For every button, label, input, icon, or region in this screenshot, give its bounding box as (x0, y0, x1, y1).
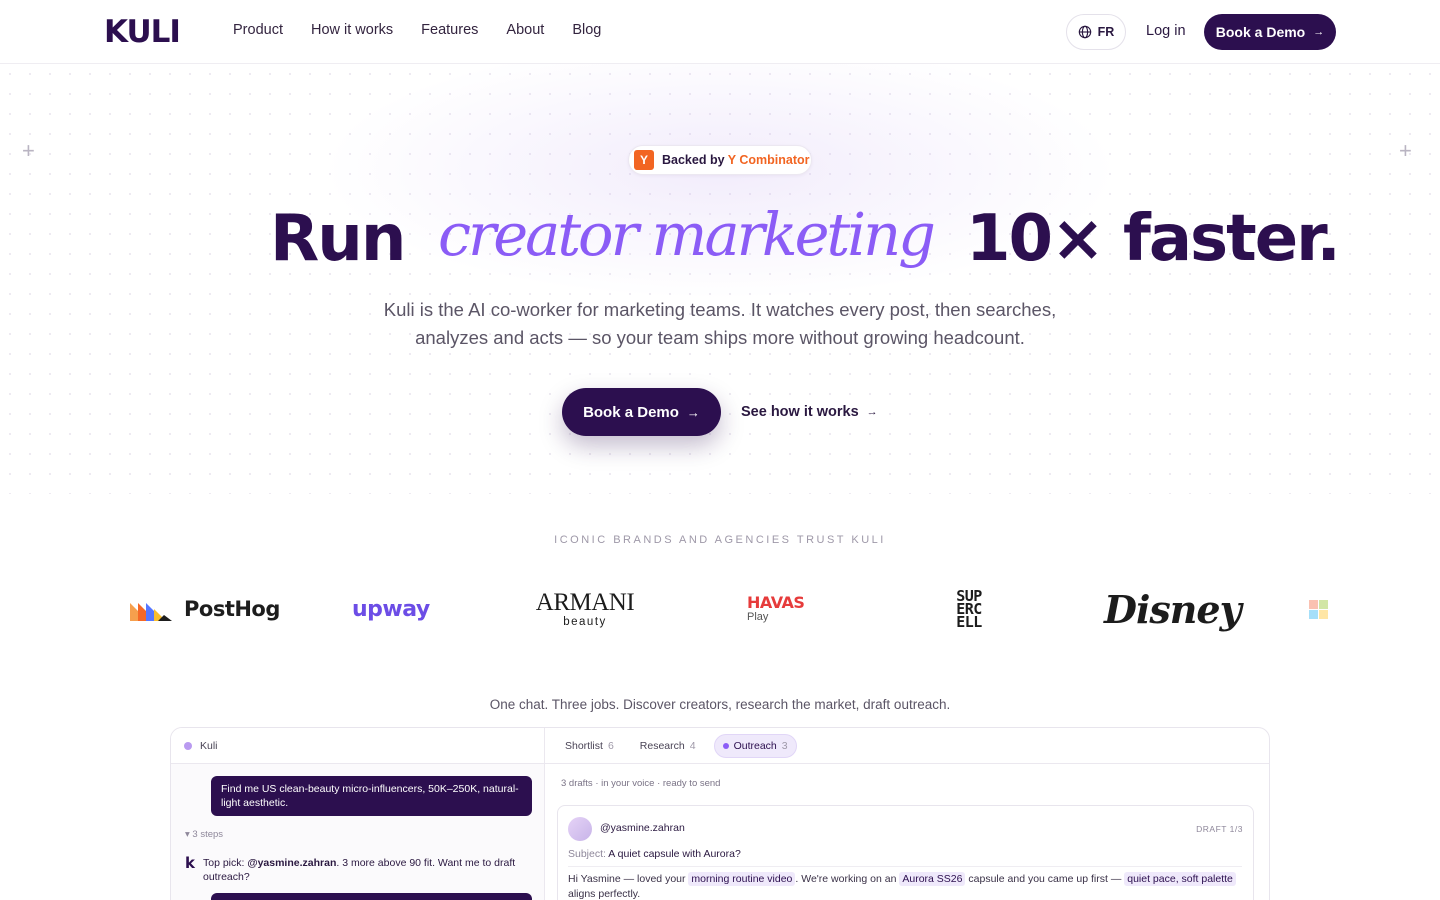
hero-book-demo-label: Book a Demo (583, 403, 679, 421)
language-code: FR (1097, 25, 1115, 39)
main-nav: Product How it works Features About Blog (233, 22, 601, 38)
preview-caption: One chat. Three jobs. Discover creators,… (489, 697, 951, 712)
draft-card[interactable]: @yasmine.zahran DRAFT 1/3 Subject: A qui… (557, 805, 1254, 900)
kuli-logo[interactable]: KULI (104, 14, 181, 50)
avatar (568, 817, 592, 841)
creator-handle: @yasmine.zahran (600, 822, 685, 834)
hero-headline: Run creator marketing 10× faster. (0, 196, 1440, 286)
see-how-it-works-link[interactable]: See how it works → (741, 404, 878, 420)
header-book-demo-button[interactable]: Book a Demo → (1204, 14, 1336, 50)
nav-product[interactable]: Product (233, 22, 283, 38)
arrow-right-icon: → (686, 404, 700, 420)
status-dot (184, 741, 192, 750)
draft-body: Hi Yasmine — loved your morning routine … (568, 872, 1238, 900)
chat-pane: Kuli Find me US clean-beauty micro-influ… (171, 728, 545, 900)
draft-number: DRAFT 1/3 (1196, 824, 1243, 834)
user-message-2 (211, 893, 532, 900)
posthog-logo: PostHog (130, 584, 280, 634)
arrow-right-icon: → (1313, 26, 1325, 38)
headline-end: 10× faster. (966, 202, 1341, 276)
armani-beauty-logo: ARMANI beauty (535, 589, 635, 629)
active-dot (722, 742, 729, 749)
headline-start: Run (270, 202, 406, 276)
tab-research[interactable]: Research 4 (632, 735, 704, 757)
supercell-logo: SUP ERC ELL (956, 586, 982, 631)
language-switcher[interactable]: FR (1066, 14, 1126, 50)
drafts-note: 3 drafts · in your voice · ready to send (561, 778, 721, 789)
nav-blog[interactable]: Blog (572, 22, 601, 38)
header-book-demo-label: Book a Demo (1215, 24, 1306, 40)
upway-logo: upway (352, 596, 430, 622)
site-header: KULI Product How it works Features About… (0, 0, 1440, 64)
yc-badge[interactable]: Y Backed by Y Combinator (628, 145, 812, 175)
assistant-reply: k Top pick: @yasmine.zahran. 3 more abov… (185, 856, 535, 884)
havas-play-logo: HAVAS Play (747, 593, 805, 624)
login-link[interactable]: Log in (1146, 23, 1186, 39)
nav-about[interactable]: About (506, 22, 544, 38)
user-message: Find me US clean-beauty micro-influencer… (211, 776, 532, 816)
plus-decoration-right: + (1399, 138, 1412, 163)
ycombinator-icon: Y (634, 150, 654, 170)
arrow-right-icon: → (866, 406, 878, 418)
kuli-avatar-icon: k (185, 854, 195, 872)
plus-decoration-left: + (22, 138, 35, 163)
microsoft-logo (1309, 600, 1328, 619)
steps-toggle[interactable]: ▾ 3 steps (185, 829, 223, 840)
posthog-name: PostHog (184, 597, 280, 621)
headline-accent: creator marketing (438, 200, 936, 269)
posthog-hedgehog-icon (130, 603, 172, 621)
trust-heading: ICONIC BRANDS AND AGENCIES TRUST KULI (554, 534, 886, 546)
chat-title: Kuli (200, 739, 218, 752)
tab-shortlist[interactable]: Shortlist 6 (557, 735, 622, 757)
product-preview: Kuli Find me US clean-beauty micro-influ… (170, 727, 1270, 900)
tab-outreach[interactable]: Outreach 3 (713, 733, 797, 758)
chat-header: Kuli (171, 728, 544, 764)
globe-icon (1078, 25, 1091, 39)
disney-logo: Disney (1104, 586, 1242, 632)
hero-book-demo-button[interactable]: Book a Demo → (562, 388, 721, 436)
draft-subject: Subject: A quiet capsule with Aurora? (568, 848, 1242, 867)
nav-features[interactable]: Features (421, 22, 478, 38)
see-how-label: See how it works (741, 404, 859, 420)
hero-subtitle: Kuli is the AI co-worker for marketing t… (383, 299, 1057, 348)
reply-text: Top pick: @yasmine.zahran. 3 more above … (202, 857, 516, 883)
badge-text: Backed by Y Combinator (662, 153, 810, 167)
nav-how-it-works[interactable]: How it works (311, 22, 393, 38)
output-tabs: Shortlist 6 Research 4 Outreach 3 (545, 728, 1269, 764)
output-pane: Shortlist 6 Research 4 Outreach 3 3 draf… (545, 728, 1269, 900)
